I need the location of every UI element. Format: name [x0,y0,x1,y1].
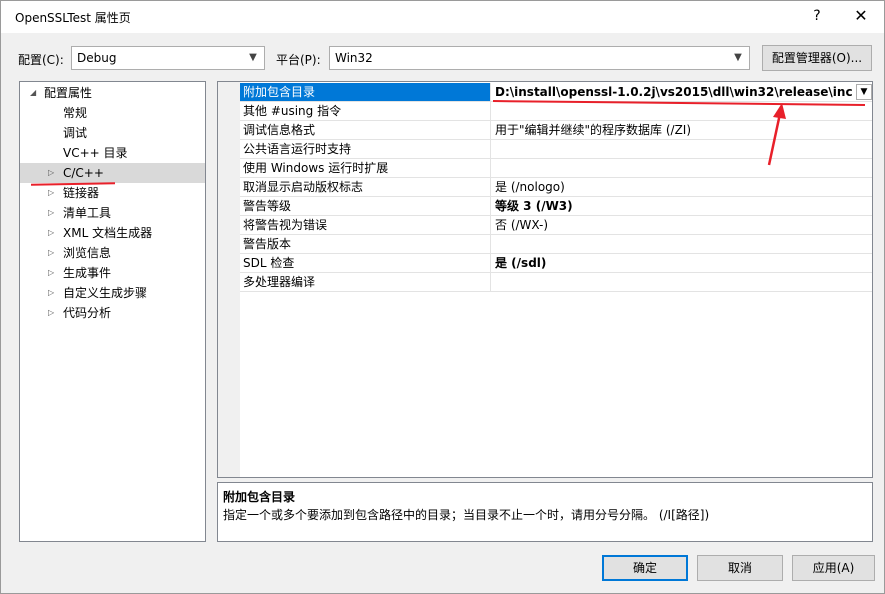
property-row[interactable]: 警告版本 [240,235,872,254]
tree-item-custom-build-step[interactable]: ▷ 自定义生成步骤 [20,283,205,303]
property-value[interactable]: 是 (/nologo) [492,178,872,196]
property-name: 警告等级 [240,197,491,215]
tree-item-label: 调试 [63,126,88,140]
property-name: 公共语言运行时支持 [240,140,491,158]
property-value[interactable]: 用于"编辑并继续"的程序数据库 (/ZI) [492,121,872,139]
tree-item-label: VC++ 目录 [63,146,128,160]
tree-item-label: 生成事件 [63,266,112,280]
property-row[interactable]: SDL 检查 是 (/sdl) [240,254,872,273]
property-row[interactable]: 警告等级 等级 3 (/W3) [240,197,872,216]
property-row[interactable]: 取消显示启动版权标志 是 (/nologo) [240,178,872,197]
tree-item-config-properties[interactable]: ◢ 配置属性 [20,83,205,103]
tree-item-label: 常规 [63,106,88,120]
tree-item-general[interactable]: 常规 [20,103,205,123]
tree-item-linker[interactable]: ▷ 链接器 [20,183,205,203]
chevron-down-icon: ▼ [249,52,257,63]
property-value[interactable]: 否 (/WX-) [492,216,872,234]
annotation-arrow-icon [767,103,786,166]
description-title: 附加包含目录 [223,490,296,504]
tree-item-vc-directories[interactable]: VC++ 目录 [20,143,205,163]
config-manager-button[interactable]: 配置管理器(O)... [762,45,872,71]
property-name: SDL 检查 [240,254,491,272]
tree-item-code-analysis[interactable]: ▷ 代码分析 [20,303,205,323]
window-title: OpenSSLTest 属性页 [15,11,131,25]
chevron-down-icon: ▼ [734,52,742,63]
property-value[interactable] [492,159,872,177]
platform-value: Win32 [335,51,373,65]
tree-item-label: 浏览信息 [63,246,112,260]
expand-triangle-icon[interactable]: ▷ [48,163,54,183]
expand-triangle-icon[interactable]: ▷ [48,203,54,223]
help-button[interactable]: ? [799,2,835,30]
expand-triangle-icon[interactable]: ▷ [48,223,54,243]
tree-item-label: 自定义生成步骤 [63,286,148,300]
property-name: 其他 #using 指令 [240,102,491,120]
description-panel: 附加包含目录 指定一个或多个要添加到包含路径中的目录；当目录不止一个时，请用分号… [217,482,873,542]
tree-item-build-events[interactable]: ▷ 生成事件 [20,263,205,283]
property-value[interactable] [492,235,872,253]
platform-select[interactable]: Win32 ▼ [329,46,750,70]
property-value[interactable] [492,273,872,291]
close-button[interactable]: ✕ [839,2,883,30]
chevron-down-icon[interactable]: ▼ [856,84,872,100]
property-tree: ◢ 配置属性 常规 调试 VC++ 目录 ▷ C/C++ ▷ 链接器 ▷ 清单工… [19,81,206,542]
tree-item-label: 代码分析 [63,306,112,320]
property-name: 将警告视为错误 [240,216,491,234]
tree-item-label: 清单工具 [63,206,112,220]
property-row[interactable]: 多处理器编译 [240,273,872,292]
ok-button[interactable]: 确定 [602,555,688,581]
properties-dialog: OpenSSLTest 属性页 ? ✕ 配置(C): Debug ▼ 平台(P)… [0,0,885,594]
expand-triangle-icon[interactable]: ▷ [48,283,54,303]
tree-item-manifest-tool[interactable]: ▷ 清单工具 [20,203,205,223]
property-name: 取消显示启动版权标志 [240,178,491,196]
cancel-button[interactable]: 取消 [697,555,783,581]
tree-item-browse-info[interactable]: ▷ 浏览信息 [20,243,205,263]
tree-item-xml-doc-generator[interactable]: ▷ XML 文档生成器 [20,223,205,243]
tree-item-debugging[interactable]: 调试 [20,123,205,143]
title-bar: OpenSSLTest 属性页 ? ✕ [1,1,884,33]
property-row[interactable]: 将警告视为错误 否 (/WX-) [240,216,872,235]
platform-label: 平台(P): [276,53,321,67]
tree-item-label: 链接器 [63,186,100,200]
tree-item-label: 配置属性 [44,86,93,100]
config-select[interactable]: Debug ▼ [71,46,265,70]
expand-triangle-icon[interactable]: ▷ [48,183,54,203]
tree-item-label: C/C++ [63,166,104,180]
property-value[interactable]: 是 (/sdl) [492,254,872,272]
property-value[interactable]: D:\install\openssl-1.0.2j\vs2015\dll\win… [492,83,852,101]
collapse-triangle-icon[interactable]: ◢ [30,83,36,103]
apply-button[interactable]: 应用(A) [792,555,875,581]
config-value: Debug [77,51,117,65]
property-name: 附加包含目录 [240,83,491,101]
description-text: 指定一个或多个要添加到包含路径中的目录；当目录不止一个时，请用分号分隔。 (/I… [223,508,710,522]
expand-triangle-icon[interactable]: ▷ [48,243,54,263]
expand-triangle-icon[interactable]: ▷ [48,303,54,323]
property-name: 多处理器编译 [240,273,491,291]
grid-gutter [218,82,240,477]
property-name: 使用 Windows 运行时扩展 [240,159,491,177]
expand-triangle-icon[interactable]: ▷ [48,263,54,283]
tree-item-cpp[interactable]: ▷ C/C++ [20,163,205,183]
property-value[interactable] [492,140,872,158]
tree-item-label: XML 文档生成器 [63,226,153,240]
property-name: 调试信息格式 [240,121,491,139]
property-value[interactable]: 等级 3 (/W3) [492,197,872,215]
config-label: 配置(C): [18,53,64,67]
property-name: 警告版本 [240,235,491,253]
